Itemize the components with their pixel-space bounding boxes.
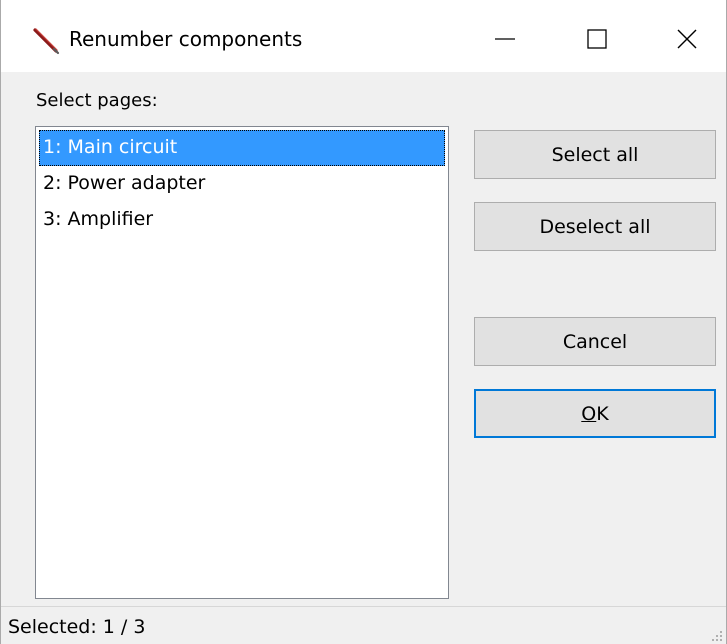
ok-mnemonic: O <box>581 402 597 425</box>
maximize-icon <box>586 28 608 50</box>
select-pages-label: Select pages: <box>36 90 158 111</box>
window-title: Renumber components <box>69 27 303 51</box>
deselect-all-button[interactable]: Deselect all <box>474 202 716 251</box>
title-bar[interactable]: Renumber components <box>1 0 726 72</box>
maximize-button[interactable] <box>567 14 627 64</box>
close-icon <box>676 28 698 50</box>
status-text: Selected: 1 / 3 <box>8 616 146 638</box>
status-bar: Selected: 1 / 3 <box>1 606 726 644</box>
resize-grip-icon[interactable] <box>710 628 724 642</box>
minimize-button[interactable] <box>475 14 535 64</box>
list-item-amplifier[interactable]: 3: Amplifier <box>39 202 445 238</box>
ok-button[interactable]: OK <box>474 389 716 438</box>
select-all-button[interactable]: Select all <box>474 130 716 179</box>
cancel-button[interactable]: Cancel <box>474 317 716 366</box>
list-item-main-circuit[interactable]: 1: Main circuit <box>39 130 445 166</box>
pages-listbox[interactable]: 1: Main circuit 2: Power adapter 3: Ampl… <box>35 126 449 599</box>
pencil-icon <box>32 26 62 56</box>
dialog-window: Renumber components Select pages: 1: Mai… <box>0 0 727 644</box>
ok-label-rest: K <box>596 402 609 425</box>
list-item-power-adapter[interactable]: 2: Power adapter <box>39 166 445 202</box>
minimize-icon <box>494 28 516 50</box>
close-button[interactable] <box>657 14 717 64</box>
